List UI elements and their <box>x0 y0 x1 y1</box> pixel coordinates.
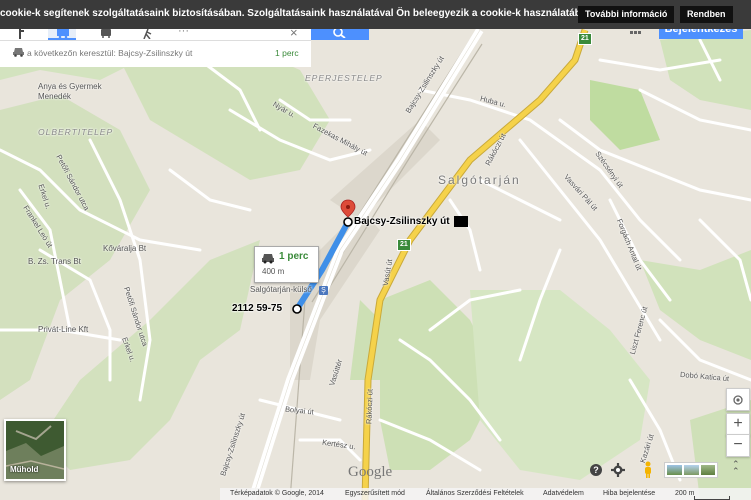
terms-link[interactable]: Általános Szerződési Feltételek <box>426 490 524 497</box>
city-label: Salgótarján <box>438 173 521 187</box>
map-footer: Térképadatok © Google, 2014 Egyszerűsíte… <box>220 488 751 500</box>
route-duration-summary: 1 perc <box>275 48 299 58</box>
help-icon[interactable]: ? <box>590 464 602 476</box>
place-label: Privát-Line Kft <box>38 325 89 334</box>
station-label: Salgótarján-külső <box>250 285 312 294</box>
route-distance: 400 m <box>262 267 285 276</box>
place-label: Menedék <box>38 92 71 101</box>
place-label: Anya és Gyermek <box>38 82 102 91</box>
destination-label[interactable]: Bajcsy-Zsilinszky út <box>354 216 469 227</box>
route-via-text: a következőn keresztül: Bajcsy-Zsilinszk… <box>27 48 193 58</box>
my-location-button[interactable] <box>726 388 750 411</box>
more-info-button[interactable]: További információ <box>578 6 675 23</box>
minus-icon: − <box>733 436 743 453</box>
route-duration: 1 perc <box>279 251 309 262</box>
map-data-text: Térképadatok © Google, 2014 <box>230 490 324 497</box>
simplified-mode-link[interactable]: Egyszerűsített mód <box>345 490 405 497</box>
scale-label: 200 m <box>675 490 695 497</box>
redacted-block <box>454 216 469 227</box>
district-label: EPERJESTELEP <box>305 73 383 83</box>
photo-strip[interactable] <box>664 462 718 478</box>
apps-grid-icon[interactable] <box>630 31 642 37</box>
report-problem-link[interactable]: Hiba bejelentése <box>603 490 655 497</box>
scale-bar <box>694 496 730 500</box>
road-number-badge: 21 <box>397 239 411 251</box>
district-label: OLBERTITELEP <box>38 127 114 137</box>
route-info-box[interactable]: 1 perc 400 m <box>254 246 319 283</box>
zoom-in-button[interactable]: + <box>726 413 750 436</box>
zoom-out-button[interactable]: − <box>726 434 750 457</box>
directions-icon[interactable] <box>14 29 26 39</box>
close-icon[interactable]: × <box>290 29 298 40</box>
google-logo: Google <box>348 464 393 480</box>
photo-thumbnail[interactable] <box>684 465 699 475</box>
signin-button[interactable]: Bejelentkezés <box>659 29 743 39</box>
origin-label[interactable]: 2112 59-75 <box>232 303 282 314</box>
place-label: B. Zs. Trans Bt <box>28 257 81 266</box>
cookie-text: cookie-k segítenek szolgáltatásaink bizt… <box>0 8 590 19</box>
pegman-icon[interactable] <box>643 461 653 479</box>
travel-mode-bar: ··· × <box>0 29 311 40</box>
car-icon <box>262 254 274 264</box>
station-icon: Ş <box>319 286 328 295</box>
plus-icon: + <box>733 415 743 432</box>
satellite-toggle[interactable]: Műhold <box>4 419 66 481</box>
photo-thumbnail[interactable] <box>667 465 682 475</box>
car-mode-icon[interactable] <box>56 29 70 38</box>
search-button[interactable] <box>311 29 369 40</box>
privacy-link[interactable]: Adatvédelem <box>543 490 584 497</box>
cookie-bar: cookie-k segítenek szolgáltatásaink bizt… <box>0 0 751 29</box>
walk-mode-icon[interactable] <box>143 29 153 39</box>
road-number-badge: 21 <box>578 33 592 45</box>
location-icon <box>733 395 743 405</box>
expand-chevron-icon[interactable]: ⌃ ⌃ <box>732 460 740 476</box>
photo-thumbnail[interactable] <box>701 465 715 475</box>
car-icon <box>13 48 24 57</box>
settings-gear-icon[interactable] <box>611 463 625 477</box>
satellite-label: Műhold <box>10 465 39 474</box>
place-label: Kőváralja Bt <box>103 244 147 253</box>
transit-mode-icon[interactable] <box>100 29 112 38</box>
street-label: Rákóczi út <box>364 388 375 425</box>
cookie-ok-button[interactable]: Rendben <box>680 6 733 23</box>
more-modes-icon[interactable]: ··· <box>178 29 189 37</box>
search-icon <box>333 29 346 38</box>
route-summary[interactable]: a következőn keresztül: Bajcsy-Zsilinszk… <box>0 40 311 67</box>
